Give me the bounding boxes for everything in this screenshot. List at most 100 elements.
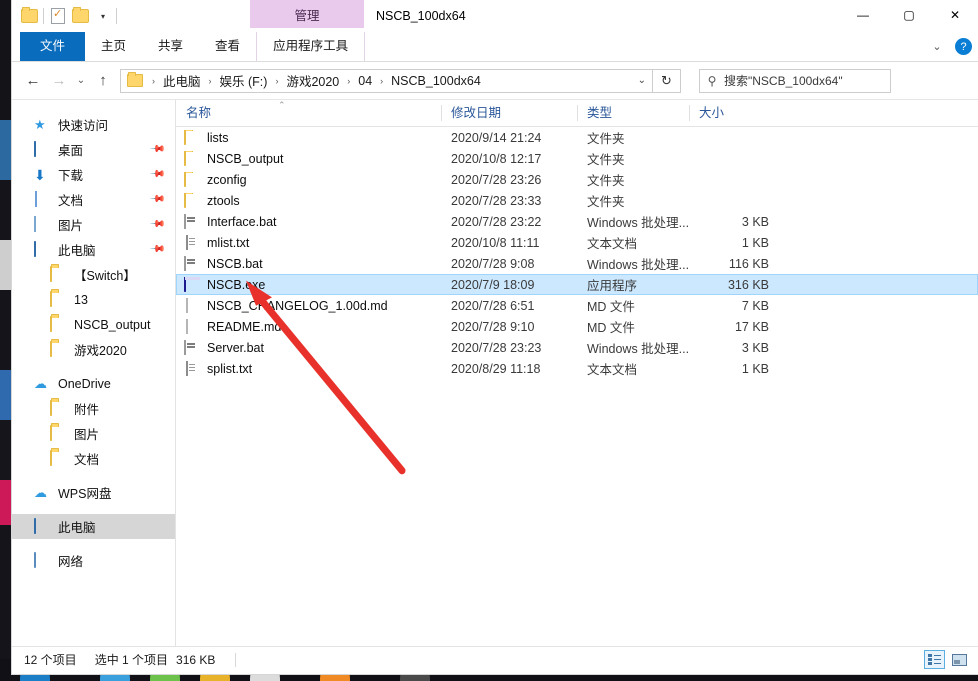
folder-icon: [50, 265, 67, 283]
sidebar-item-13[interactable]: 13: [12, 287, 175, 312]
sidebar-item-onedrive-pictures[interactable]: 图片: [12, 421, 175, 446]
sidebar-item-pictures[interactable]: 图片 📌: [12, 212, 175, 237]
close-button[interactable]: ✕: [932, 0, 978, 30]
tab-file[interactable]: 文件: [20, 32, 86, 61]
forward-button[interactable]: →: [46, 68, 72, 94]
desktop-icon-sliver: [0, 180, 12, 240]
md-icon: [184, 297, 201, 314]
breadcrumb-segment-current[interactable]: NSCB_100dx64: [389, 74, 483, 88]
table-row[interactable]: lists 2020/9/14 21:24 文件夹: [176, 127, 978, 148]
column-header-name[interactable]: 名称: [176, 100, 441, 126]
pin-icon[interactable]: 📌: [148, 241, 165, 258]
sidebar-item-desktop[interactable]: 桌面 📌: [12, 137, 175, 162]
pin-icon[interactable]: 📌: [148, 216, 165, 233]
breadcrumb-segment-games[interactable]: 游戏2020: [284, 71, 341, 90]
table-row[interactable]: NSCB.exe 2020/7/9 18:09 应用程序 316 KB: [176, 274, 978, 295]
sidebar-item-documents[interactable]: 文档 📌: [12, 187, 175, 212]
sidebar-item-switch[interactable]: 【Switch】: [12, 262, 175, 287]
sidebar-item-onedrive[interactable]: ☁ OneDrive: [12, 371, 175, 396]
tab-share[interactable]: 共享: [142, 32, 199, 61]
up-button[interactable]: ↑: [90, 68, 116, 94]
minimize-button[interactable]: —: [840, 0, 886, 30]
desktop-icon-sliver: [0, 0, 12, 120]
file-type-cell: Windows 批处理...: [587, 342, 689, 356]
this-pc-icon: [34, 517, 51, 535]
breadcrumb-segment-04[interactable]: 04: [356, 74, 374, 88]
table-row[interactable]: Interface.bat 2020/7/28 23:22 Windows 批处理.…: [176, 211, 978, 232]
sidebar-item-this-pc[interactable]: 此电脑: [12, 514, 175, 539]
folder-icon: [50, 449, 67, 467]
chevron-down-icon[interactable]: ⌄: [638, 75, 646, 86]
sidebar-item-nscb-output[interactable]: NSCB_output: [12, 312, 175, 337]
tab-home[interactable]: 主页: [85, 32, 142, 61]
file-size-cell: 3 KB: [741, 214, 769, 229]
table-row[interactable]: zconfig 2020/7/28 23:26 文件夹: [176, 169, 978, 190]
pin-icon[interactable]: 📌: [148, 141, 165, 158]
breadcrumb-segment-this-pc[interactable]: 此电脑: [161, 71, 203, 90]
help-icon[interactable]: ?: [955, 38, 972, 55]
title-bar: ▾ 管理 NSCB_100dx64 — ▢ ✕: [12, 0, 978, 32]
folder-icon[interactable]: [18, 5, 40, 27]
file-date-cell: 2020/10/8 11:11: [451, 235, 540, 250]
sidebar-item-network[interactable]: 网络: [12, 548, 175, 573]
recent-locations-button[interactable]: ⌄: [72, 68, 90, 94]
file-type-cell: 文件夹: [587, 153, 625, 167]
sidebar-item-attachments[interactable]: 附件: [12, 396, 175, 421]
table-row[interactable]: NSCB.bat 2020/7/28 9:08 Windows 批处理... 116 …: [176, 253, 978, 274]
file-name-label: ztools: [207, 193, 240, 208]
table-row[interactable]: NSCB_output 2020/10/8 12:17 文件夹: [176, 148, 978, 169]
file-name-cell: NSCB.exe: [176, 276, 441, 293]
sidebar-item-quick-access[interactable]: ★ 快速访问: [12, 112, 175, 137]
chevron-down-icon[interactable]: ▾: [91, 5, 113, 27]
pin-icon[interactable]: 📌: [148, 166, 165, 183]
properties-icon[interactable]: [47, 5, 69, 27]
column-header-size[interactable]: 大小: [689, 100, 779, 126]
sidebar-item-wps-cloud[interactable]: ☁ WPS网盘: [12, 480, 175, 505]
file-date-cell: 2020/7/28 23:33: [451, 193, 542, 208]
back-button[interactable]: ←: [20, 68, 46, 94]
table-row[interactable]: README.md 2020/7/28 9:10 MD 文件 17 KB: [176, 316, 978, 337]
sidebar-item-games-2020[interactable]: 游戏2020: [12, 337, 175, 362]
sidebar-item-downloads[interactable]: ⬇ 下载 📌: [12, 162, 175, 187]
file-type-cell: Windows 批处理...: [587, 216, 689, 230]
column-header-date[interactable]: 修改日期: [441, 100, 577, 126]
sidebar-item-label: 13: [74, 292, 88, 307]
explorer-body: ★ 快速访问 桌面 📌 ⬇ 下载 📌 文档 📌 图片 📌 此电脑 📌 【Swit…: [12, 99, 978, 646]
breadcrumb[interactable]: › 此电脑 › 娱乐 (F:) › 游戏2020 › 04 › NSCB_100…: [120, 68, 653, 93]
sidebar-item-label: 图片: [74, 428, 100, 442]
file-name-cell: lists: [176, 129, 441, 146]
breadcrumb-segment-drive[interactable]: 娱乐 (F:): [218, 71, 270, 90]
tab-view[interactable]: 查看: [199, 32, 256, 61]
new-folder-icon[interactable]: [69, 5, 91, 27]
maximize-button[interactable]: ▢: [886, 0, 932, 30]
toolbar-divider: [116, 8, 117, 24]
breadcrumb-separator: ›: [275, 75, 279, 86]
sidebar-item-onedrive-documents[interactable]: 文档: [12, 446, 175, 471]
table-row[interactable]: Server.bat 2020/7/28 23:23 Windows 批处理... 3…: [176, 337, 978, 358]
folder-icon: [184, 150, 201, 167]
refresh-button[interactable]: ↻: [653, 68, 681, 93]
details-view-button[interactable]: [924, 650, 945, 669]
tab-application-tools[interactable]: 应用程序工具: [256, 32, 366, 61]
file-list-area: 名称 修改日期 类型 大小 ⌃ lists 2020/9/14 21:24 文件夹 N…: [176, 100, 978, 646]
contextual-tab-group-label: 管理: [294, 8, 320, 23]
pin-icon[interactable]: 📌: [148, 191, 165, 208]
table-row[interactable]: mlist.txt 2020/10/8 11:11 文本文档 1 KB: [176, 232, 978, 253]
column-header-type[interactable]: 类型: [577, 100, 689, 126]
sidebar-item-this-pc-quick[interactable]: 此电脑 📌: [12, 237, 175, 262]
table-row[interactable]: splist.txt 2020/8/29 11:18 文本文档 1 KB: [176, 358, 978, 379]
search-input[interactable]: ⚲ 搜索"NSCB_100dx64": [699, 68, 891, 93]
txt-icon: [184, 234, 201, 251]
this-pc-icon: [34, 240, 51, 258]
table-row[interactable]: NSCB_CHANGELOG_1.00d.md 2020/7/28 6:51 MD …: [176, 295, 978, 316]
view-mode-buttons: [924, 650, 970, 669]
chevron-down-icon[interactable]: ⌄: [929, 40, 945, 53]
table-row[interactable]: ztools 2020/7/28 23:33 文件夹: [176, 190, 978, 211]
folder-icon: [127, 72, 143, 87]
cloud-icon: ☁: [34, 484, 47, 500]
folder-icon: [184, 129, 201, 146]
large-icons-view-button[interactable]: [949, 650, 970, 669]
desktop-icon-sliver: [0, 370, 12, 420]
